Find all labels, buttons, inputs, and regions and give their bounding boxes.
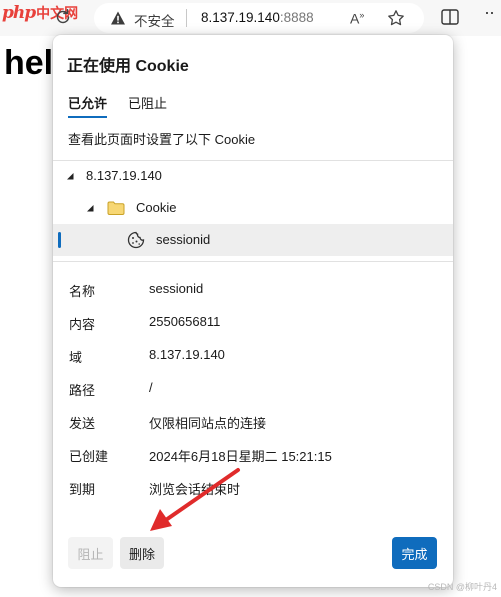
detail-value-created: 2024年6月18日星期二 15:21:15 <box>149 449 332 464</box>
address-bar[interactable]: 不安全 8.137.19.140:8888 A» <box>94 3 424 33</box>
detail-label-content: 内容 <box>69 317 96 332</box>
cookie-popup: 正在使用 Cookie 已允许 已阻止 查看此页面时设置了以下 Cookie 8… <box>53 35 453 587</box>
tab-blocked[interactable]: 已阻止 <box>128 93 167 116</box>
selection-indicator <box>58 232 61 248</box>
tree-site-label: 8.137.19.140 <box>86 168 162 183</box>
popup-title: 正在使用 Cookie <box>67 58 189 75</box>
detail-value-domain: 8.137.19.140 <box>149 347 225 362</box>
url-host: 8.137.19.140 <box>201 10 280 25</box>
insecure-label[interactable]: 不安全 <box>134 10 175 30</box>
cookie-icon <box>127 231 145 249</box>
expanded-caret-icon[interactable] <box>65 171 75 181</box>
address-separator <box>186 9 187 27</box>
block-button[interactable]: 阻止 <box>68 537 113 569</box>
tree-item-sessionid[interactable]: sessionid <box>53 224 453 256</box>
tree-folder-label: Cookie <box>136 200 177 215</box>
page-content-text: hel <box>4 44 54 82</box>
read-aloud-icon[interactable]: A» <box>350 10 364 27</box>
tree-item-cookie-folder[interactable]: Cookie <box>53 192 453 224</box>
expanded-caret-icon[interactable] <box>85 203 95 213</box>
detail-value-path: / <box>149 380 153 395</box>
favorite-star-icon[interactable] <box>387 9 405 27</box>
browser-toolbar: php 中文网 不安全 8.137.19.140:8888 A» ·· <box>0 0 501 36</box>
watermark: CSDN @柳叶丹4 <box>427 582 497 592</box>
folder-icon <box>107 201 125 215</box>
divider <box>53 261 453 262</box>
delete-button[interactable]: 删除 <box>120 537 164 569</box>
detail-value-send: 仅限相同站点的连接 <box>149 416 267 431</box>
done-button[interactable]: 完成 <box>392 537 437 569</box>
detail-label-domain: 域 <box>69 350 83 365</box>
detail-label-name: 名称 <box>69 284 96 299</box>
detail-value-content: 2550656811 <box>149 314 221 329</box>
detail-value-name: sessionid <box>149 281 204 296</box>
split-screen-icon[interactable] <box>441 9 459 25</box>
logo-latin: php <box>2 3 36 23</box>
tree-item-site[interactable]: 8.137.19.140 <box>53 160 453 192</box>
detail-label-path: 路径 <box>69 383 96 398</box>
detail-label-created: 已创建 <box>69 449 109 464</box>
popup-description: 查看此页面时设置了以下 Cookie <box>68 132 256 147</box>
tab-allowed[interactable]: 已允许 <box>68 93 108 118</box>
detail-label-send: 发送 <box>69 416 96 431</box>
url-text[interactable]: 8.137.19.140:8888 <box>201 10 314 25</box>
refresh-icon[interactable] <box>54 8 72 26</box>
more-options-icon[interactable]: ·· <box>484 2 495 23</box>
url-port: :8888 <box>279 10 314 25</box>
detail-label-expires: 到期 <box>69 482 96 497</box>
tree-cookie-label: sessionid <box>156 232 211 247</box>
warning-icon[interactable] <box>110 10 126 26</box>
detail-value-expires: 浏览会话结束时 <box>149 482 241 497</box>
